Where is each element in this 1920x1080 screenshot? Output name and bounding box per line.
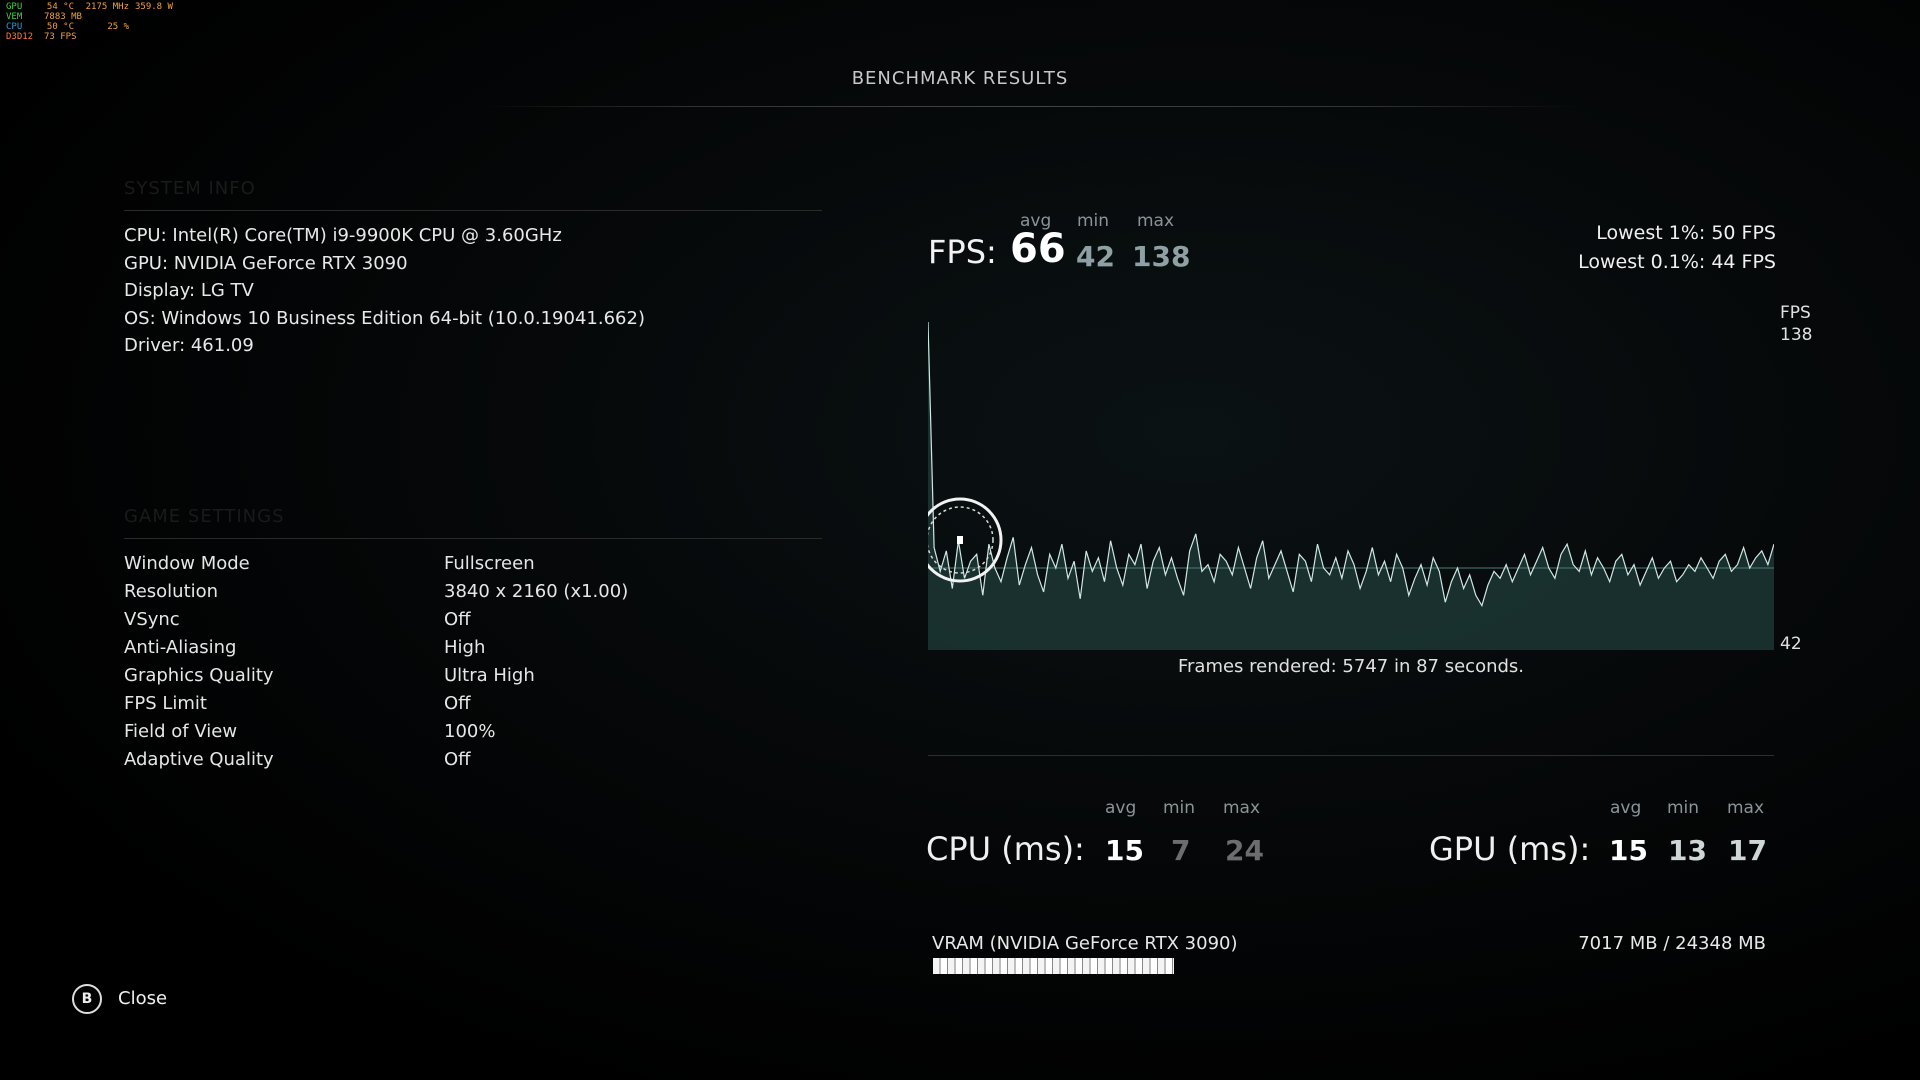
cpu-max-label: max bbox=[1223, 798, 1261, 818]
title-divider bbox=[480, 106, 1580, 107]
setting-row: FPS Limit Off bbox=[124, 690, 628, 718]
system-info-list: CPU: Intel(R) Core(TM) i9-9900K CPU @ 3.… bbox=[124, 222, 645, 360]
overlay-row: D3D12 73 FPS bbox=[6, 32, 173, 42]
fps-avg-value: 66 bbox=[1010, 226, 1066, 272]
cpu-min-label: min bbox=[1163, 798, 1196, 818]
system-info-driver: Driver: 461.09 bbox=[124, 335, 254, 356]
b-button-icon[interactable]: B bbox=[72, 984, 102, 1014]
stats-divider bbox=[928, 755, 1774, 756]
cpu-avg-label: avg bbox=[1105, 798, 1137, 818]
gpu-max-value: 17 bbox=[1728, 834, 1767, 867]
setting-key: VSync bbox=[124, 609, 180, 630]
cpu-min-value: 7 bbox=[1171, 834, 1191, 867]
axis-top-value: 138 bbox=[1780, 325, 1813, 345]
system-info-gpu: GPU: NVIDIA GeForce RTX 3090 bbox=[124, 252, 408, 274]
setting-row: Field of View 100% bbox=[124, 718, 628, 746]
page-title: BENCHMARK RESULTS bbox=[851, 68, 1069, 89]
setting-value: Off bbox=[444, 693, 471, 714]
setting-key: Resolution bbox=[124, 581, 219, 602]
overlay-value: 54 °C bbox=[46, 2, 74, 12]
fps-chart bbox=[928, 321, 1774, 650]
fps-label: FPS: bbox=[928, 233, 997, 271]
setting-value: 100% bbox=[444, 721, 496, 742]
setting-key: Graphics Quality bbox=[124, 665, 274, 686]
overlay-label: GPU bbox=[6, 2, 23, 12]
overlay-value: 2175 MHz bbox=[85, 2, 129, 12]
setting-value: Off bbox=[444, 609, 471, 630]
overlay-row: CPU 50 °C 25 % bbox=[6, 22, 173, 32]
game-settings-heading: GAME SETTINGS bbox=[124, 506, 285, 527]
cpu-label: CPU (ms): bbox=[926, 830, 1085, 868]
overlay-value: 50 °C bbox=[46, 22, 74, 32]
overlay-row: GPU 54 °C 2175 MHz 359.8 W bbox=[6, 2, 173, 12]
close-button[interactable]: Close bbox=[118, 988, 167, 1009]
gpu-avg-value: 15 bbox=[1609, 834, 1648, 867]
cpu-max-value: 24 bbox=[1225, 834, 1264, 867]
game-settings-list: Window Mode Fullscreen Resolution 3840 x 2… bbox=[124, 550, 628, 774]
overlay-label: D3D12 bbox=[6, 32, 34, 42]
system-info-cpu: CPU: Intel(R) Core(TM) i9-9900K CPU @ 3.… bbox=[124, 225, 562, 246]
setting-row: Graphics Quality Ultra High bbox=[124, 662, 628, 690]
lowest-1-percent: Lowest 1%: 50 FPS bbox=[1596, 222, 1776, 244]
game-settings-divider bbox=[124, 538, 822, 539]
axis-unit: FPS bbox=[1780, 303, 1811, 323]
gpu-avg-label: avg bbox=[1610, 798, 1642, 818]
fps-area-fill bbox=[928, 322, 1774, 650]
setting-row: Anti-Aliasing High bbox=[124, 634, 628, 662]
overlay-value: 359.8 W bbox=[135, 2, 173, 12]
performance-overlay: GPU 54 °C 2175 MHz 359.8 W VEM 7883 MB CPU 50 °… bbox=[6, 2, 173, 42]
overlay-value: 25 % bbox=[107, 22, 129, 32]
system-info-divider bbox=[124, 210, 822, 211]
overlay-label: VEM bbox=[6, 12, 23, 22]
setting-key: Window Mode bbox=[124, 553, 250, 574]
setting-key: FPS Limit bbox=[124, 693, 207, 714]
system-info-os: OS: Windows 10 Business Edition 64-bit (… bbox=[124, 307, 645, 329]
vram-label: VRAM (NVIDIA GeForce RTX 3090) bbox=[932, 933, 1238, 954]
fps-max-label: max bbox=[1137, 211, 1175, 231]
setting-key: Adaptive Quality bbox=[124, 749, 274, 770]
setting-value: 3840 x 2160 (x1.00) bbox=[444, 581, 629, 602]
gpu-label: GPU (ms): bbox=[1429, 830, 1591, 868]
fps-min-value: 42 bbox=[1076, 240, 1115, 273]
setting-value: High bbox=[444, 637, 486, 658]
axis-bottom-value: 42 bbox=[1780, 634, 1802, 654]
cpu-avg-value: 15 bbox=[1105, 834, 1144, 867]
setting-key: Anti-Aliasing bbox=[124, 637, 237, 658]
system-info-heading: SYSTEM INFO bbox=[124, 178, 256, 199]
fps-max-value: 138 bbox=[1132, 240, 1191, 273]
setting-key: Field of View bbox=[124, 721, 238, 742]
overlay-label: CPU bbox=[6, 22, 23, 32]
marker-center bbox=[957, 536, 963, 544]
fps-min-label: min bbox=[1077, 211, 1110, 231]
gpu-min-label: min bbox=[1667, 798, 1700, 818]
setting-row: Window Mode Fullscreen bbox=[124, 550, 628, 578]
setting-value: Off bbox=[444, 749, 471, 770]
setting-row: Resolution 3840 x 2160 (x1.00) bbox=[124, 578, 628, 606]
frames-rendered: Frames rendered: 5747 in 87 seconds. bbox=[1177, 656, 1525, 677]
setting-value: Fullscreen bbox=[444, 553, 535, 574]
system-info-display: Display: LG TV bbox=[124, 280, 254, 301]
gpu-min-value: 13 bbox=[1668, 834, 1707, 867]
overlay-value bbox=[74, 32, 129, 42]
setting-value: Ultra High bbox=[444, 665, 535, 686]
overlay-value: 73 FPS bbox=[44, 32, 77, 42]
gpu-max-label: max bbox=[1727, 798, 1765, 818]
vram-usage-bar bbox=[933, 958, 1174, 974]
overlay-row: VEM 7883 MB bbox=[6, 12, 173, 22]
overlay-value bbox=[74, 12, 129, 22]
lowest-01-percent: Lowest 0.1%: 44 FPS bbox=[1578, 251, 1776, 273]
overlay-value: 7883 MB bbox=[44, 12, 82, 22]
setting-row: Adaptive Quality Off bbox=[124, 746, 628, 774]
vram-value: 7017 MB / 24348 MB bbox=[1578, 933, 1766, 954]
setting-row: VSync Off bbox=[124, 606, 628, 634]
